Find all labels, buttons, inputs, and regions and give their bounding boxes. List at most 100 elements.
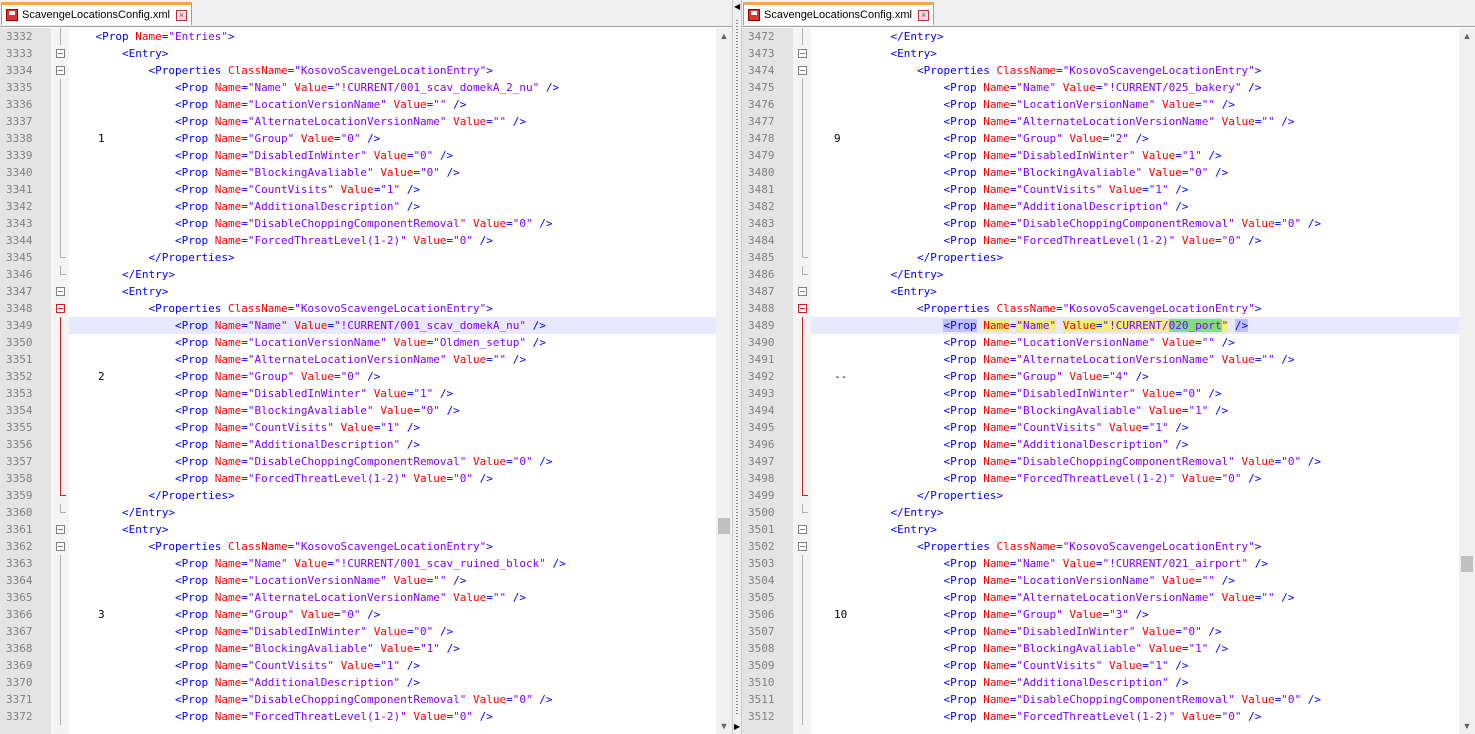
code-line[interactable]: 3342 <Prop Name="AdditionalDescription" … — [0, 198, 716, 215]
code-line[interactable]: 3500 </Entry> — [742, 504, 1459, 521]
code-line[interactable]: 3499 </Properties> — [742, 487, 1459, 504]
code-line[interactable]: 3359 </Properties> — [0, 487, 716, 504]
code-line[interactable]: 3366 3 <Prop Name="Group" Value="0" /> — [0, 606, 716, 623]
code-line[interactable]: 3484 <Prop Name = "ForcedThreatLevel(1-2)"… — [742, 232, 1459, 249]
code-line[interactable]: 3337 <Prop Name="AlternateLocationVersio… — [0, 113, 716, 130]
code-line[interactable]: 3363 <Prop Name="Name" Value="!CURRENT/0… — [0, 555, 716, 572]
left-code-editor[interactable]: 3332 <Prop Name="Entries"> 3333 <Entry> 33… — [0, 28, 732, 734]
code-line[interactable]: 3365 <Prop Name="AlternateLocationVersio… — [0, 589, 716, 606]
tab-right-file[interactable]: ScavengeLocationsConfig.xml × — [743, 2, 934, 25]
code-line[interactable]: 3338 1 <Prop Name="Group" Value="0" /> — [0, 130, 716, 147]
code-line[interactable]: 3511 <Prop Name="DisableChoppingComponen… — [742, 691, 1459, 708]
code-line[interactable]: 3472 </Entry> — [742, 28, 1459, 45]
code-line[interactable]: 3474 <Properties ClassName="KosovoScaven… — [742, 62, 1459, 79]
code-line[interactable]: 3333 <Entry> — [0, 45, 716, 62]
code-line[interactable]: 3332 <Prop Name="Entries"> — [0, 28, 716, 45]
code-line[interactable]: 3340 <Prop Name="BlockingAvaliable" Valu… — [0, 164, 716, 181]
tab-left-file[interactable]: ScavengeLocationsConfig.xml × — [1, 2, 192, 25]
code-line[interactable]: 3362 <Properties ClassName="KosovoScaven… — [0, 538, 716, 555]
code-line[interactable]: 3490 <Prop Name = "LocationVersionName" Va… — [742, 334, 1459, 351]
scroll-thumb[interactable] — [1461, 556, 1473, 572]
code-line[interactable]: 3502 <Properties ClassName="KosovoScaven… — [742, 538, 1459, 555]
left-vertical-scrollbar[interactable]: ▲ ▼ — [716, 28, 732, 734]
code-line[interactable]: 3352 2 <Prop Name="Group" Value="0" /> — [0, 368, 716, 385]
code-line[interactable]: 3355 <Prop Name="CountVisits" Value="1" … — [0, 419, 716, 436]
code-line[interactable]: 3501 <Entry> — [742, 521, 1459, 538]
splitter-arrow-icon[interactable]: ▶ — [734, 723, 740, 731]
code-line[interactable]: 3495 <Prop Name="CountVisits" Value="1" … — [742, 419, 1459, 436]
scroll-up-arrow-icon[interactable]: ▲ — [1459, 28, 1475, 44]
code-line[interactable]: 3481 <Prop Name="CountVisits" Value="1" … — [742, 181, 1459, 198]
code-line[interactable]: 3351 <Prop Name="AlternateLocationVersio… — [0, 351, 716, 368]
code-line[interactable]: 3475 <Prop Name="Name" Value="!CURRENT/0… — [742, 79, 1459, 96]
fold-toggle-icon[interactable] — [798, 66, 807, 75]
code-line[interactable]: 3486 </Entry> — [742, 266, 1459, 283]
code-line[interactable]: 3344 <Prop Name="ForcedThreatLevel(1-2)"… — [0, 232, 716, 249]
code-line[interactable]: 3341 <Prop Name="CountVisits" Value="1" … — [0, 181, 716, 198]
code-line[interactable]: 3358 <Prop Name="ForcedThreatLevel(1-2)"… — [0, 470, 716, 487]
code-line[interactable]: 3505 <Prop Name="AlternateLocationVersio… — [742, 589, 1459, 606]
code-line[interactable]: 3346 </Entry> — [0, 266, 716, 283]
code-line[interactable]: 3477 <Prop Name="AlternateLocationVersio… — [742, 113, 1459, 130]
code-line[interactable]: 3349 <Prop Name="Name" Value="!CURRENT/0… — [0, 317, 716, 334]
code-line[interactable]: 3369 <Prop Name="CountVisits" Value="1" … — [0, 657, 716, 674]
code-line[interactable]: 3480 <Prop Name = "BlockingAvaliable" Valu… — [742, 164, 1459, 181]
code-line[interactable]: 3371 <Prop Name="DisableChoppingComponen… — [0, 691, 716, 708]
code-line[interactable]: 3367 <Prop Name="DisabledInWinter" Value… — [0, 623, 716, 640]
code-line[interactable]: 3503 <Prop Name="Name" Value="!CURRENT/0… — [742, 555, 1459, 572]
code-line[interactable]: 3347 <Entry> — [0, 283, 716, 300]
code-line[interactable]: 3488 <Properties ClassName="KosovoScaven… — [742, 300, 1459, 317]
code-line[interactable]: 3336 <Prop Name="LocationVersionName" Va… — [0, 96, 716, 113]
code-line[interactable]: 3345 </Properties> — [0, 249, 716, 266]
code-line[interactable]: 3510 <Prop Name="AdditionalDescription" … — [742, 674, 1459, 691]
code-line[interactable]: 3357 <Prop Name="DisableChoppingComponen… — [0, 453, 716, 470]
code-line[interactable]: 3354 <Prop Name="BlockingAvaliable" Valu… — [0, 402, 716, 419]
fold-toggle-icon[interactable] — [798, 542, 807, 551]
scroll-down-arrow-icon[interactable]: ▼ — [716, 718, 732, 734]
code-line[interactable]: 3364 <Prop Name="LocationVersionName" Va… — [0, 572, 716, 589]
code-line[interactable]: 3478 9 <Prop Name="Group" Value="2" /> — [742, 130, 1459, 147]
code-line[interactable]: 3509 <Prop Name="CountVisits" Value="1" … — [742, 657, 1459, 674]
code-line[interactable]: 3482 <Prop Name="AdditionalDescription" … — [742, 198, 1459, 215]
code-line[interactable]: 3368 <Prop Name="BlockingAvaliable" Valu… — [0, 640, 716, 657]
code-line[interactable]: 3489 <Prop Name="Name" Value="!CURRENT/0… — [742, 317, 1459, 334]
code-line[interactable]: 3372 <Prop Name="ForcedThreatLevel(1-2)"… — [0, 708, 716, 725]
scroll-down-arrow-icon[interactable]: ▼ — [1459, 718, 1475, 734]
code-line[interactable]: 3339 <Prop Name="DisabledInWinter" Value… — [0, 147, 716, 164]
code-line[interactable]: 3504 <Prop Name = "LocationVersionName" Va… — [742, 572, 1459, 589]
code-line[interactable]: 3494 <Prop Name = "BlockingAvaliable" Valu… — [742, 402, 1459, 419]
right-code-editor[interactable]: 3472 </Entry> 3473 <Entry> 3474 <Propertie… — [742, 28, 1475, 734]
code-line[interactable]: 3483 <Prop Name="DisableChoppingComponen… — [742, 215, 1459, 232]
code-line[interactable]: 3498 <Prop Name = "ForcedThreatLevel(1-2)"… — [742, 470, 1459, 487]
fold-toggle-icon[interactable] — [56, 49, 65, 58]
code-line[interactable]: 3485 </Properties> — [742, 249, 1459, 266]
code-line[interactable]: 3479 <Prop Name = "DisabledInWinter" Value… — [742, 147, 1459, 164]
code-line[interactable]: 3350 <Prop Name="LocationVersionName" Va… — [0, 334, 716, 351]
code-line[interactable]: 3361 <Entry> — [0, 521, 716, 538]
code-line[interactable]: 3496 <Prop Name="AdditionalDescription" … — [742, 436, 1459, 453]
code-line[interactable]: 3512 <Prop Name = "ForcedThreatLevel(1-2)"… — [742, 708, 1459, 725]
code-line[interactable]: 3370 <Prop Name="AdditionalDescription" … — [0, 674, 716, 691]
fold-toggle-icon[interactable] — [56, 542, 65, 551]
code-line[interactable]: 3335 <Prop Name="Name" Value="!CURRENT/0… — [0, 79, 716, 96]
fold-toggle-icon[interactable] — [56, 304, 65, 313]
fold-toggle-icon[interactable] — [798, 49, 807, 58]
code-line[interactable]: 3473 <Entry> — [742, 45, 1459, 62]
code-line[interactable]: 3493 <Prop Name = "DisabledInWinter" Value… — [742, 385, 1459, 402]
fold-toggle-icon[interactable] — [56, 525, 65, 534]
code-line[interactable]: 3506 10 <Prop Name="Group" Value="3" /> — [742, 606, 1459, 623]
fold-toggle-icon[interactable] — [798, 304, 807, 313]
fold-toggle-icon[interactable] — [56, 66, 65, 75]
code-line[interactable]: 3507 <Prop Name = "DisabledInWinter" Value… — [742, 623, 1459, 640]
fold-toggle-icon[interactable] — [56, 287, 65, 296]
code-line[interactable]: 3476 <Prop Name = "LocationVersionName" Va… — [742, 96, 1459, 113]
code-line[interactable]: 3348 <Properties ClassName="KosovoScaven… — [0, 300, 716, 317]
code-line[interactable]: 3487 <Entry> — [742, 283, 1459, 300]
close-tab-icon[interactable]: × — [917, 9, 929, 21]
code-line[interactable]: 3356 <Prop Name="AdditionalDescription" … — [0, 436, 716, 453]
code-line[interactable]: 3353 <Prop Name="DisabledInWinter" Value… — [0, 385, 716, 402]
close-tab-icon[interactable]: × — [175, 9, 187, 21]
code-line[interactable]: 3343 <Prop Name="DisableChoppingComponen… — [0, 215, 716, 232]
code-line[interactable]: 3334 <Properties ClassName="KosovoScaven… — [0, 62, 716, 79]
code-line[interactable]: 3497 <Prop Name="DisableChoppingComponen… — [742, 453, 1459, 470]
